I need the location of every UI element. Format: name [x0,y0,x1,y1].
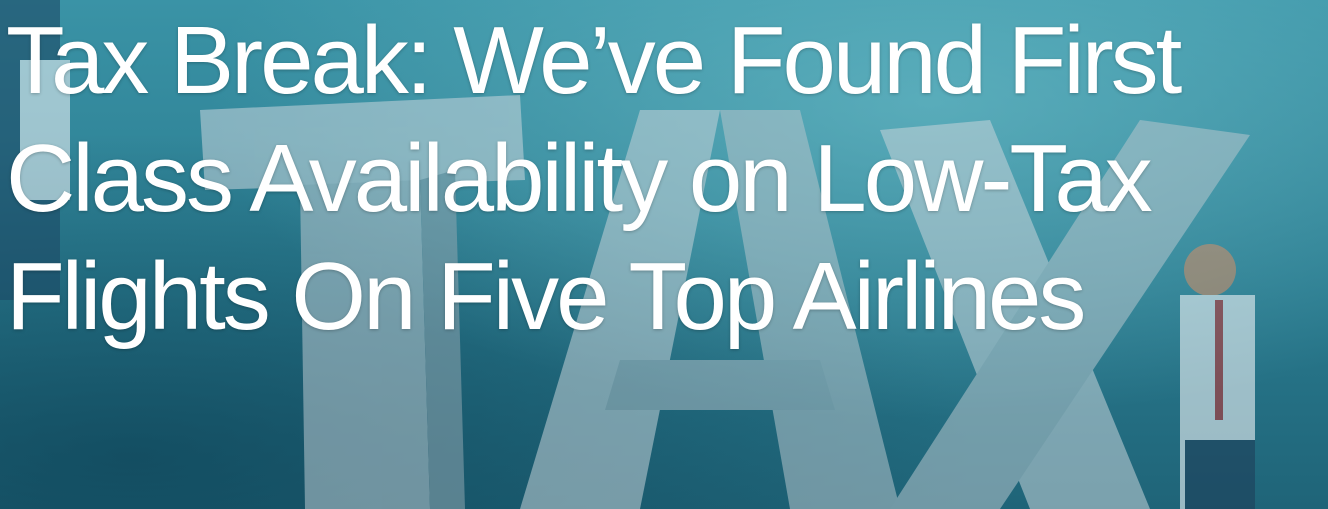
right-figure-pants [1185,440,1255,509]
letter-a-bar [605,360,835,410]
article-headline[interactable]: Tax Break: We’ve Found First Class Avail… [6,2,1324,356]
hero-banner[interactable]: Tax Break: We’ve Found First Class Avail… [0,0,1328,509]
